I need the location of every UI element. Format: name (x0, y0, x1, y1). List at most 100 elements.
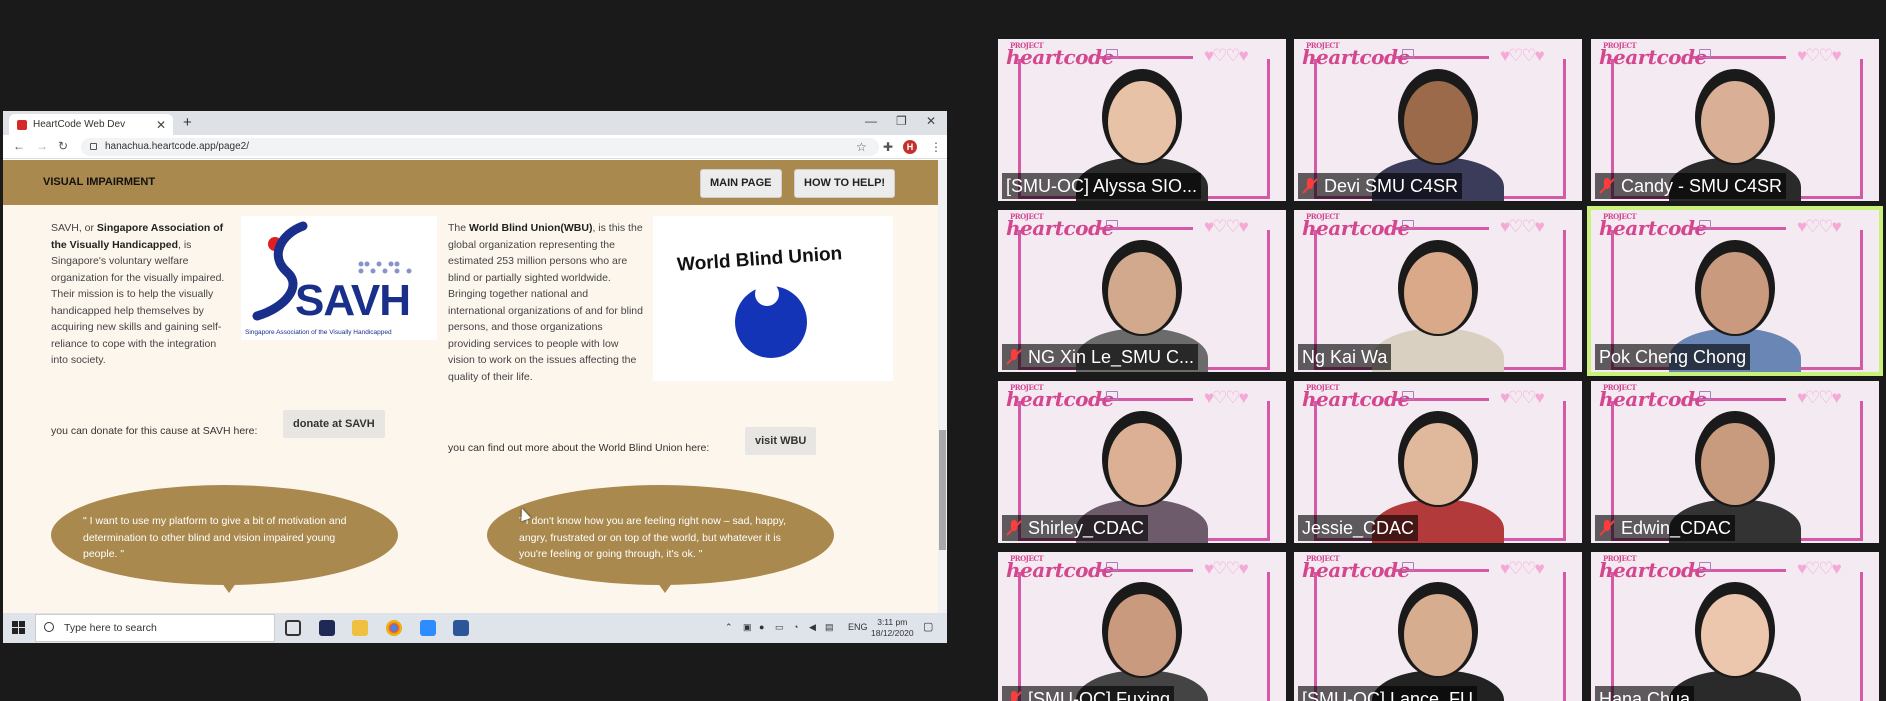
hearts-icon: ♥♡♡♥ (1797, 388, 1842, 407)
volume-icon[interactable]: ◀ (809, 622, 816, 633)
hearts-icon: ♥♡♡♥ (1500, 559, 1545, 578)
participant-face (1404, 252, 1472, 334)
participant-face (1404, 594, 1472, 676)
laptop-icon (1699, 391, 1711, 400)
taskbar-search-input[interactable]: Type here to search (35, 614, 275, 642)
wbu-paragraph: The World Blind Union(WBU), is this the … (448, 220, 644, 385)
heartcode-logo: PROJECT heartcode (1006, 383, 1114, 411)
battery-icon[interactable]: ▭ (775, 622, 784, 633)
donate-savh-button[interactable]: donate at SAVH (283, 410, 385, 438)
browser-tab-bar: HeartCode Web Dev ✕ + — ❐ ✕ (3, 111, 947, 135)
profile-avatar[interactable]: H (903, 140, 917, 154)
participant-tile[interactable]: PROJECT heartcode ♥♡♡♥ Candy - SMU C4SR (1591, 39, 1879, 201)
wbu-logo-text: World Blind Union (676, 243, 843, 276)
participant-name-label: Devi SMU C4SR (1298, 173, 1463, 199)
search-icon (44, 622, 54, 632)
site-navbar: VISUAL IMPAIRMENT MAIN PAGE HOW TO HELP! (3, 160, 938, 205)
tab-title: HeartCode Web Dev (33, 119, 126, 130)
sticky-app-icon[interactable] (319, 620, 335, 636)
keyboard-icon[interactable]: ▤ (825, 622, 834, 633)
participant-tile[interactable]: PROJECT heartcode ♥♡♡♥ [SMU-OC] Fuxing (998, 552, 1286, 701)
participant-name: NG Xin Le_SMU C... (1028, 347, 1195, 367)
participant-tile[interactable]: PROJECT heartcode ♥♡♡♥ Shirley_CDAC (998, 381, 1286, 543)
participant-face (1108, 594, 1176, 676)
participant-name-label: [SMU-OC] Lance_FU (1298, 686, 1478, 701)
zoom-app-icon[interactable] (420, 620, 436, 636)
how-to-help-button[interactable]: HOW TO HELP! (794, 169, 896, 198)
laptop-icon (1106, 562, 1118, 571)
participant-face (1404, 81, 1472, 163)
muted-mic-icon (1599, 177, 1615, 195)
wifi-icon[interactable]: ◔ (793, 622, 798, 632)
tray-chevron-icon[interactable]: ⌃ (725, 622, 733, 633)
participant-tile[interactable]: PROJECT heartcode ♥♡♡♥ [SMU-OC] Alyssa SIO.… (998, 39, 1286, 201)
heartcode-logo: PROJECT heartcode (1599, 383, 1707, 411)
participant-tile[interactable]: PROJECT heartcode ♥♡♡♥ Pok Cheng Chong (1587, 206, 1883, 376)
new-tab-button[interactable]: + (183, 114, 192, 131)
savh-logo-subtext: Singapore Association of the Visually Ha… (245, 329, 392, 336)
minimize-icon[interactable]: — (865, 114, 877, 128)
browser-tab[interactable]: HeartCode Web Dev ✕ (9, 114, 173, 135)
forward-icon[interactable]: → (36, 139, 48, 153)
clock-date: 18/12/2020 (871, 628, 914, 638)
task-view-icon[interactable] (285, 620, 301, 636)
microphone-icon[interactable]: ● (759, 622, 764, 632)
search-placeholder: Type here to search (64, 622, 157, 634)
restore-icon[interactable]: ❐ (896, 114, 907, 128)
browser-menu-icon[interactable]: ⋮ (930, 140, 942, 154)
word-app-icon[interactable] (453, 620, 469, 636)
url-input[interactable]: hanachua.heartcode.app/page2/ (81, 138, 879, 156)
close-tab-icon[interactable]: ✕ (156, 118, 166, 132)
savh-logo: SAVH Singapore Association of the Visual… (241, 216, 437, 340)
logo-small-text: PROJECT (1010, 554, 1044, 563)
heartcode-logo: PROJECT heartcode (1006, 554, 1114, 582)
participant-name-label: [SMU-OC] Fuxing (1002, 686, 1175, 701)
taskbar-clock[interactable]: 3:11 pm 18/12/2020 (871, 617, 914, 639)
windows-start-icon[interactable] (12, 621, 25, 634)
participant-tile[interactable]: PROJECT heartcode ♥♡♡♥ Ng Kai Wa (1294, 210, 1582, 372)
hearts-icon: ♥♡♡♥ (1797, 559, 1842, 578)
site-nav-title[interactable]: VISUAL IMPAIRMENT (43, 176, 155, 188)
window-close-icon[interactable]: ✕ (926, 114, 936, 128)
hearts-icon: ♥♡♡♥ (1204, 388, 1249, 407)
heartcode-logo: PROJECT heartcode (1302, 554, 1410, 582)
language-indicator[interactable]: ENG (848, 622, 868, 632)
participant-tile[interactable]: PROJECT heartcode ♥♡♡♥ [SMU-OC] Lance_FU (1294, 552, 1582, 701)
bookmark-star-icon[interactable]: ☆ (856, 140, 867, 154)
participant-tile[interactable]: PROJECT heartcode ♥♡♡♥ Hana Chua (1591, 552, 1879, 701)
notifications-icon[interactable]: ▢ (923, 620, 933, 633)
participant-name: [SMU-OC] Alyssa SIO... (1006, 176, 1198, 196)
savh-cta-text: you can donate for this cause at SAVH he… (51, 425, 258, 437)
savh-paragraph: SAVH, or Singapore Association of the Vi… (51, 220, 233, 369)
windows-taskbar: Type here to search ⌃ ▣ ● ▭ ◔ ◀ ▤ ENG 3:… (3, 613, 947, 643)
participant-tile[interactable]: PROJECT heartcode ♥♡♡♥ Edwin_CDAC (1591, 381, 1879, 543)
logo-small-text: PROJECT (1603, 383, 1637, 392)
main-page-button[interactable]: MAIN PAGE (700, 169, 782, 198)
file-explorer-icon[interactable] (352, 620, 368, 636)
participant-tile[interactable]: PROJECT heartcode ♥♡♡♥ NG Xin Le_SMU C... (998, 210, 1286, 372)
laptop-icon (1699, 220, 1711, 229)
bubble-tail (219, 579, 239, 593)
participant-tile[interactable]: PROJECT heartcode ♥♡♡♥ Devi SMU C4SR (1294, 39, 1582, 201)
back-icon[interactable]: ← (13, 139, 25, 153)
reload-icon[interactable]: ↻ (58, 139, 68, 153)
visit-wbu-button[interactable]: visit WBU (745, 427, 817, 455)
page-scrollbar[interactable] (938, 160, 947, 613)
participant-name: [SMU-OC] Fuxing (1028, 689, 1171, 701)
heartcode-logo: PROJECT heartcode (1599, 212, 1707, 240)
participant-tile[interactable]: PROJECT heartcode ♥♡♡♥ Jessie_CDAC (1294, 381, 1582, 543)
laptop-icon (1699, 562, 1711, 571)
heartcode-logo: PROJECT heartcode (1599, 41, 1707, 69)
participant-name-label: Candy - SMU C4SR (1595, 173, 1787, 199)
chrome-icon[interactable] (386, 620, 402, 636)
logo-small-text: PROJECT (1603, 41, 1637, 50)
logo-small-text: PROJECT (1010, 41, 1044, 50)
participant-name: Shirley_CDAC (1028, 518, 1145, 538)
tray-device-icon[interactable]: ▣ (743, 622, 752, 633)
heartcode-logo: PROJECT heartcode (1302, 41, 1410, 69)
participant-name-label: Ng Kai Wa (1298, 344, 1392, 370)
extensions-icon[interactable]: ✚ (883, 140, 893, 154)
scrollbar-thumb[interactable] (939, 430, 946, 550)
participant-name-label: Hana Chua (1595, 686, 1695, 701)
participant-name: Devi SMU C4SR (1324, 176, 1459, 196)
